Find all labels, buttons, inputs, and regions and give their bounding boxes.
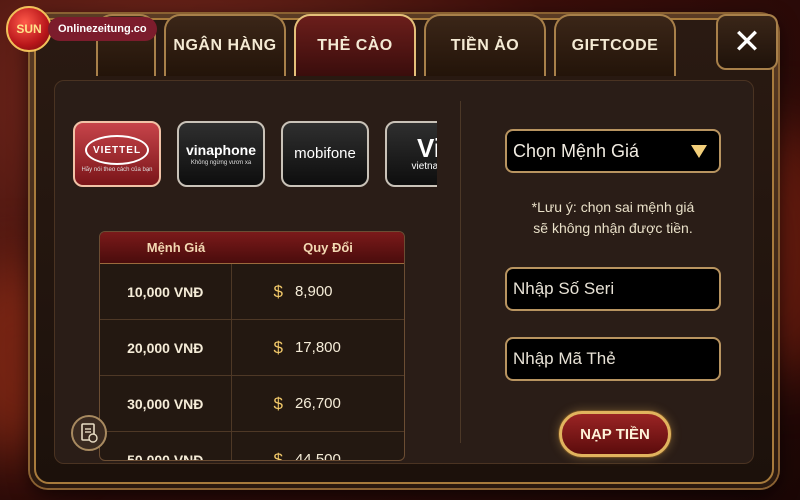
deposit-panel-inner: NGÂN HÀNG THẺ CÀO TIỀN ẢO GIFTCODE ✕ VIE… (34, 14, 778, 484)
converted-value: 44,500 (294, 451, 341, 461)
carrier-tagline: vietnam (411, 160, 437, 172)
site-coin-logo: SUN (6, 6, 52, 52)
denomination-cell: 50,000 VNĐ (100, 432, 232, 460)
carrier-mobifone[interactable]: mobifone (281, 121, 369, 187)
carrier-viettel[interactable]: VIETTEL Hãy nói theo cách của bạn (73, 121, 161, 187)
history-document-icon (81, 423, 98, 443)
denomination-select[interactable]: Chọn Mệnh Giá (505, 129, 721, 173)
denomination-cell: 30,000 VNĐ (100, 376, 232, 431)
viettel-logo: VIETTEL (85, 135, 149, 165)
table-row: 30,000 VNĐ $ 26,700 (100, 376, 404, 432)
header-menh-gia: Mệnh Giá (146, 240, 206, 255)
history-button[interactable] (71, 415, 107, 451)
rate-table: Mệnh Giá Quy Đổi 10,000 VNĐ $ 8,900 20,0… (99, 231, 405, 461)
carrier-vinaphone[interactable]: vinaphone Không ngừng vươn xa (177, 121, 265, 187)
tab-the-cao[interactable]: THẺ CÀO (294, 14, 416, 76)
denomination-cell: 20,000 VNĐ (100, 320, 232, 375)
card-code-field-wrapper (505, 337, 721, 381)
serial-field-wrapper (505, 267, 721, 311)
chevron-down-icon (691, 144, 707, 158)
converted-value: 17,800 (294, 339, 341, 356)
close-button[interactable]: ✕ (716, 14, 778, 70)
coin-icon: $ (273, 449, 283, 461)
warning-note: *Lưu ý: chọn sai mệnh giá sẽ không nhận … (505, 197, 721, 239)
vietnamobile-logo: Vi (416, 132, 437, 163)
deposit-button[interactable]: NẠP TIỀN (559, 411, 671, 457)
mobifone-logo: mobifone (294, 144, 356, 162)
denomination-select-value: Chọn Mệnh Giá (513, 140, 640, 161)
content-area: VIETTEL Hãy nói theo cách của bạn vinaph… (54, 80, 754, 464)
converted-value: 8,900 (294, 283, 333, 300)
deposit-panel: NGÂN HÀNG THẺ CÀO TIỀN ẢO GIFTCODE ✕ VIE… (30, 14, 778, 488)
column-divider (460, 101, 461, 443)
denomination-cell: 10,000 VNĐ (100, 264, 232, 319)
table-row: 10,000 VNĐ $ 8,900 (100, 264, 404, 320)
close-icon: ✕ (732, 23, 762, 61)
rate-table-body: 10,000 VNĐ $ 8,900 20,000 VNĐ $ 17,800 3… (100, 264, 405, 461)
carrier-list: VIETTEL Hãy nói theo cách của bạn vinaph… (73, 121, 437, 189)
warning-note-line-2: sẽ không nhận được tiền. (533, 220, 693, 236)
tab-tien-ao[interactable]: TIỀN ẢO (424, 14, 546, 76)
coin-icon: $ (273, 393, 283, 413)
converted-cell: $ 44,500 (232, 432, 405, 461)
warning-note-line-1: *Lưu ý: chọn sai mệnh giá (531, 199, 695, 215)
converted-cell: $ 26,700 (232, 376, 405, 431)
rate-table-header: Mệnh Giá Quy Đổi (100, 232, 404, 264)
carrier-tagline: Hãy nói theo cách của bạn (81, 167, 153, 173)
site-name: Onlinezeitung.co (48, 17, 157, 41)
carrier-tagline: Không ngừng vươn xa (190, 160, 252, 166)
serial-input[interactable] (513, 279, 713, 299)
header-quy-doi: Quy Đổi (303, 240, 353, 255)
converted-value: 26,700 (294, 395, 341, 412)
card-code-input[interactable] (513, 349, 713, 369)
tab-ngan-hang[interactable]: NGÂN HÀNG (164, 14, 286, 76)
table-row: 20,000 VNĐ $ 17,800 (100, 320, 404, 376)
vinaphone-logo: vinaphone (185, 142, 256, 158)
tab-giftcode[interactable]: GIFTCODE (554, 14, 676, 76)
coin-icon: $ (273, 337, 283, 357)
site-watermark: SUN Onlinezeitung.co (6, 6, 157, 52)
carrier-vietnamobile[interactable]: Vi vietnam (385, 121, 437, 187)
converted-cell: $ 8,900 (232, 264, 405, 319)
coin-icon: $ (273, 281, 283, 301)
converted-cell: $ 17,800 (232, 320, 405, 375)
table-row: 50,000 VNĐ $ 44,500 (100, 432, 405, 461)
tab-bar: NGÂN HÀNG THẺ CÀO TIỀN ẢO GIFTCODE (96, 14, 676, 76)
